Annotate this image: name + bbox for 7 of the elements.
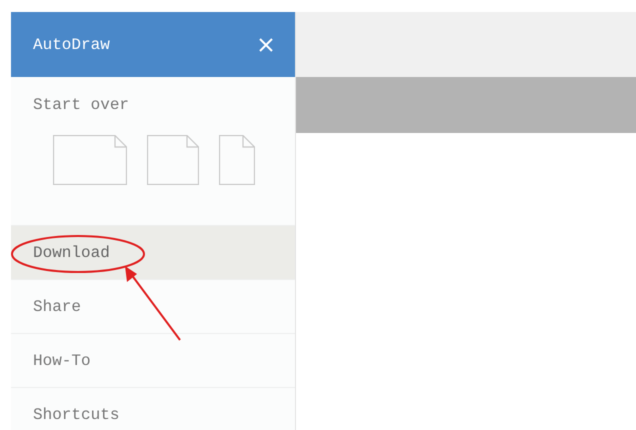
blank-page-icon[interactable] (53, 135, 127, 185)
blank-page-icon[interactable] (219, 135, 255, 185)
app-title: AutoDraw (33, 34, 110, 56)
start-over-label: Start over (33, 95, 130, 116)
blank-page-icon[interactable] (147, 135, 199, 185)
close-icon[interactable] (259, 38, 273, 52)
menu-item[interactable]: Download (11, 226, 295, 280)
